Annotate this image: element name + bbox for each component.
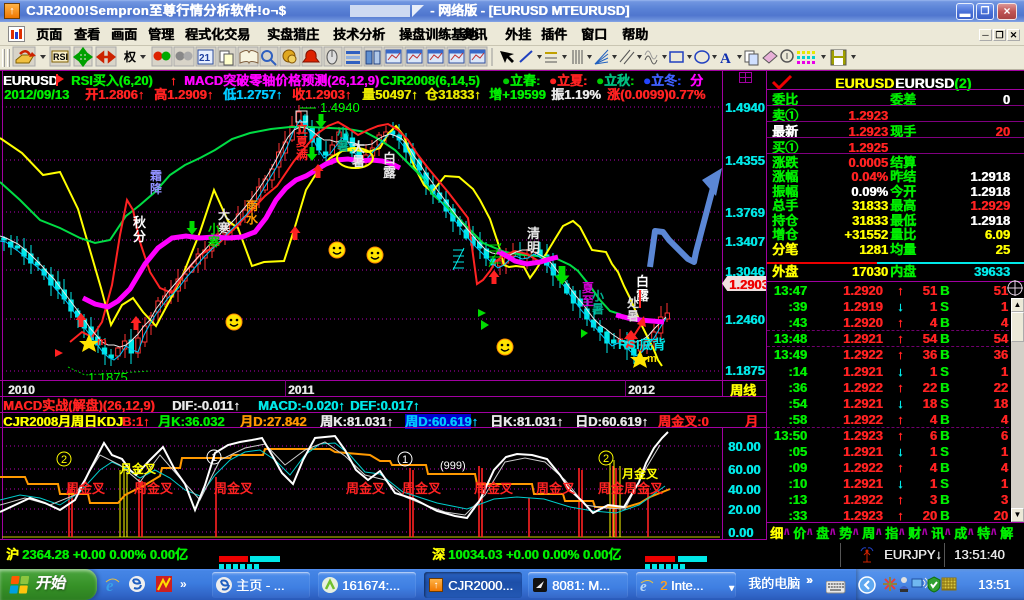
svg-text:周金叉: 周金叉 <box>474 481 514 496</box>
svg-text:暑: 暑 <box>592 302 604 316</box>
svg-text:周金周金叉: 周金周金叉 <box>598 481 664 496</box>
svg-text:寒: 寒 <box>207 234 220 249</box>
svg-text:周金叉: 周金叉 <box>402 481 442 496</box>
svg-text:秋: 秋 <box>133 215 147 230</box>
svg-text:月金叉: 月金叉 <box>119 461 157 476</box>
svg-text:周金叉: 周金叉 <box>536 481 576 496</box>
svg-text:月金叉: 月金叉 <box>621 466 659 481</box>
svg-text:白: 白 <box>636 274 649 289</box>
svg-text:明: 明 <box>527 240 540 255</box>
svg-text:水: 水 <box>246 211 259 226</box>
svg-text:m: m <box>647 353 657 365</box>
svg-text:霜: 霜 <box>149 169 162 183</box>
svg-text:露: 露 <box>383 165 397 180</box>
svg-text:A: A <box>720 51 731 67</box>
svg-text:周金叉: 周金叉 <box>214 481 254 496</box>
svg-text:周金叉: 周金叉 <box>134 481 174 496</box>
svg-text:1.4940: 1.4940 <box>320 100 360 115</box>
svg-text:1: 1 <box>402 454 408 466</box>
svg-text:周金叉: 周金叉 <box>66 481 106 496</box>
svg-text:小: 小 <box>208 221 220 236</box>
svg-text:权: 权 <box>123 49 137 64</box>
svg-text:RSI底背: RSI底背 <box>618 337 666 352</box>
svg-text:(999): (999) <box>440 460 466 472</box>
svg-text:RSI: RSI <box>53 52 68 62</box>
svg-text:周金叉: 周金叉 <box>346 481 386 496</box>
svg-text:清: 清 <box>527 226 540 241</box>
svg-text:小: 小 <box>592 288 604 303</box>
svg-text:大: 大 <box>352 140 365 155</box>
svg-text:白: 白 <box>383 151 396 166</box>
svg-text:立: 立 <box>296 121 308 136</box>
svg-text:m: m <box>97 336 107 348</box>
svg-text:2: 2 <box>603 453 609 465</box>
svg-text:1: 1 <box>211 452 217 464</box>
svg-text:满: 满 <box>296 147 308 162</box>
svg-text:2: 2 <box>61 454 67 466</box>
svg-text:»: » <box>180 577 187 591</box>
svg-text:暑: 暑 <box>627 309 639 323</box>
svg-text:暑: 暑 <box>337 139 349 153</box>
svg-text:降: 降 <box>150 181 163 196</box>
svg-text:1.1875: 1.1875 <box>88 370 128 380</box>
svg-text:分: 分 <box>133 229 146 244</box>
svg-text:暑: 暑 <box>351 154 365 169</box>
svg-text:夏: 夏 <box>296 135 309 149</box>
svg-text:雨: 雨 <box>246 199 258 213</box>
svg-text:露: 露 <box>636 288 650 303</box>
svg-text:21: 21 <box>199 53 211 64</box>
svg-text:小: 小 <box>337 125 349 140</box>
svg-text:大: 大 <box>218 207 230 222</box>
